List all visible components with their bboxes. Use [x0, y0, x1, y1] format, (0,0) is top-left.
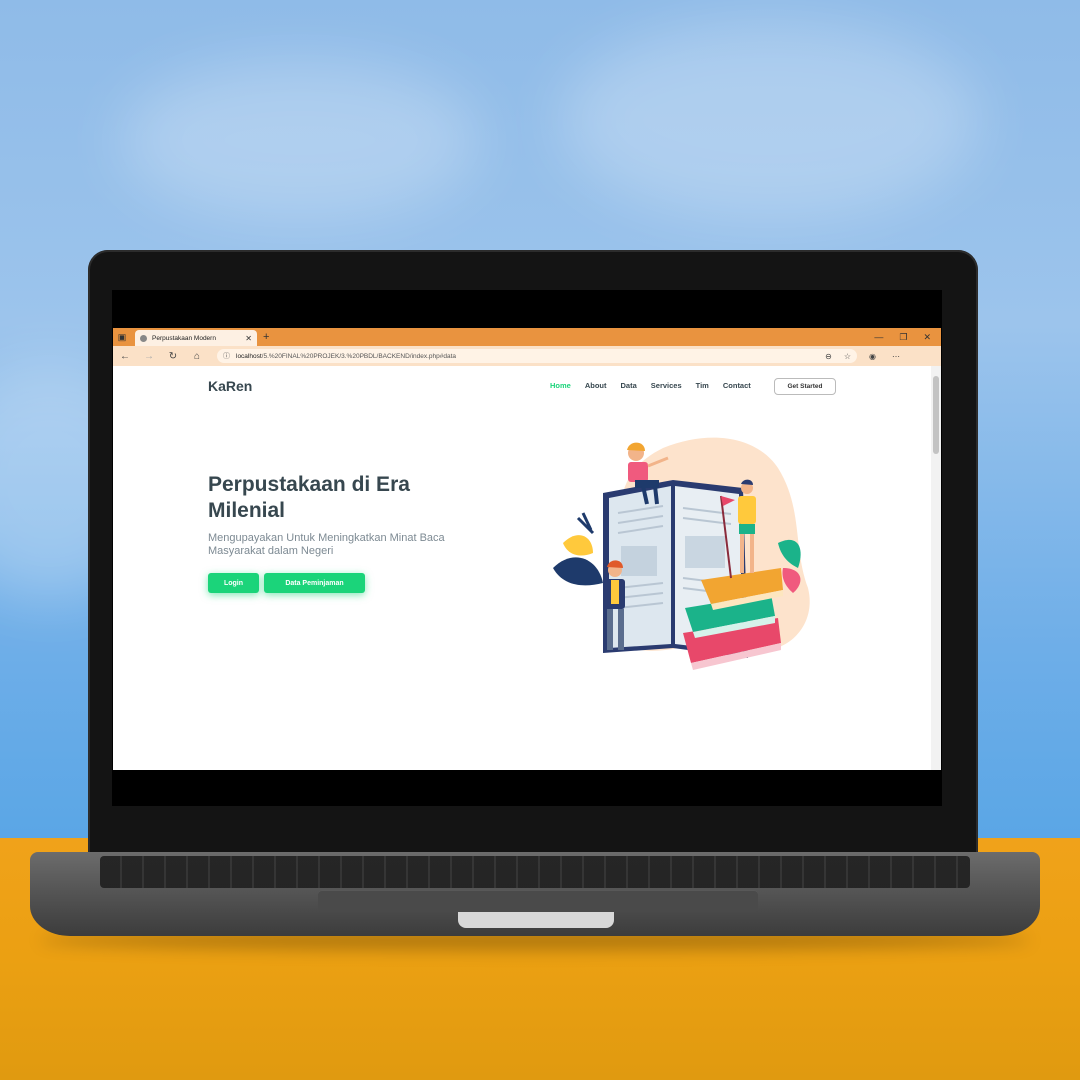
refresh-icon[interactable]: ↻ [161, 351, 185, 362]
laptop-keyboard [100, 856, 970, 888]
url-field[interactable]: ⓘ localhost /5.%20FINAL%20PROJEK/3.%20PB… [217, 349, 857, 363]
tab-title: Perpustakaan Modern [152, 334, 216, 342]
data-peminjaman-button[interactable]: Data Peminjaman [264, 573, 365, 593]
hero-illustration [553, 437, 810, 670]
zoom-icon[interactable]: ⊖ [825, 352, 832, 361]
hero-subtitle: Mengupayakan Untuk Meningkatkan Minat Ba… [208, 532, 445, 557]
site-logo[interactable]: KaRen [208, 378, 252, 394]
site-nav: Home About Data Services Tim Contact [550, 381, 751, 390]
page-scrollbar[interactable] [931, 366, 941, 770]
profile-icon[interactable]: ◉ [869, 352, 876, 361]
nav-tim[interactable]: Tim [696, 381, 709, 390]
restore-icon[interactable]: ❐ [899, 332, 907, 343]
more-menu-icon[interactable]: ⋯ [892, 352, 900, 361]
get-started-button[interactable]: Get Started [774, 378, 836, 395]
scrollbar-thumb[interactable] [933, 376, 939, 454]
tab-bar: ▣ Perpustakaan Modern ✕ + — ❐ ✕ [113, 328, 941, 346]
back-icon[interactable]: ← [113, 351, 137, 362]
laptop-trackpad [318, 890, 758, 912]
favorite-icon[interactable]: ☆ [844, 352, 851, 361]
close-window-icon[interactable]: ✕ [923, 332, 931, 343]
close-tab-icon[interactable]: ✕ [245, 334, 252, 343]
laptop-notch [458, 912, 614, 928]
home-icon[interactable]: ⌂ [185, 351, 209, 362]
minimize-icon[interactable]: — [874, 332, 883, 343]
nav-data[interactable]: Data [621, 381, 637, 390]
nav-services[interactable]: Services [651, 381, 682, 390]
new-tab-icon[interactable]: + [263, 331, 269, 343]
nav-about[interactable]: About [585, 381, 607, 390]
browser-tab[interactable]: Perpustakaan Modern ✕ [135, 330, 257, 346]
nav-home[interactable]: Home [550, 381, 571, 390]
hero-title: Perpustakaan di Era Milenial [208, 473, 410, 522]
favicon-icon [140, 334, 147, 342]
tab-actions-icon[interactable]: ▣ [113, 328, 131, 346]
forward-icon[interactable]: → [137, 351, 161, 362]
site-info-icon[interactable]: ⓘ [223, 351, 230, 361]
nav-contact[interactable]: Contact [723, 381, 751, 390]
login-button[interactable]: Login [208, 573, 259, 593]
url-path: /5.%20FINAL%20PROJEK/3.%20PBDL/BACKEND/i… [261, 352, 457, 360]
url-host: localhost [236, 352, 262, 360]
browser-window: ▣ Perpustakaan Modern ✕ + — ❐ ✕ ← → ↻ ⌂ … [113, 328, 941, 770]
web-page: KaRen Home About Data Services Tim Conta… [113, 366, 931, 770]
address-bar: ← → ↻ ⌂ ⓘ localhost /5.%20FINAL%20PROJEK… [113, 346, 941, 366]
